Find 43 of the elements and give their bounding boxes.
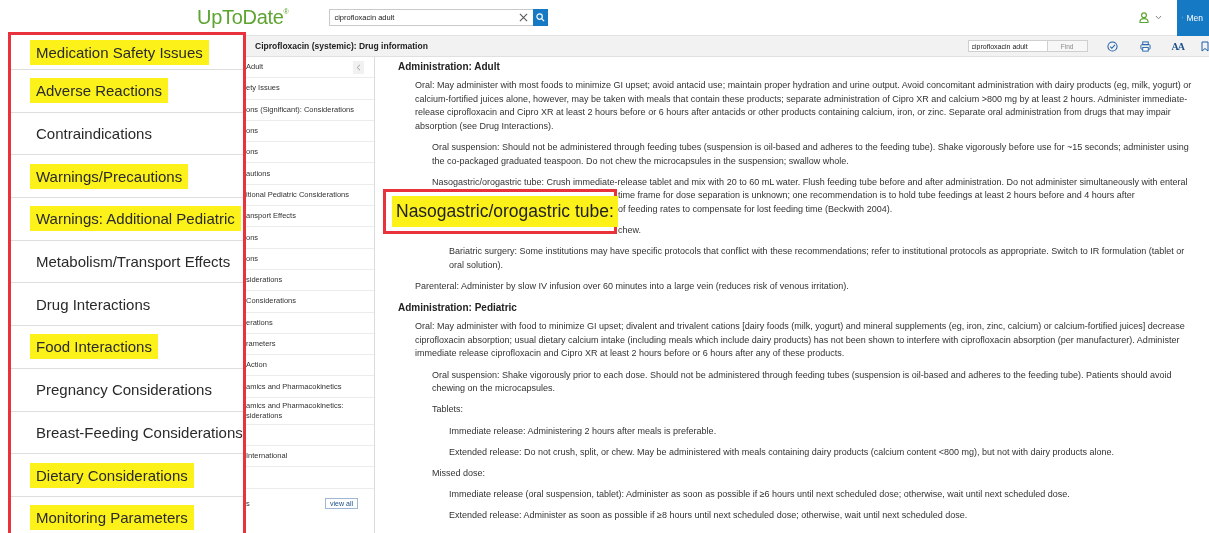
printer-icon[interactable] (1139, 40, 1151, 52)
section-label: Breast-Feeding Considerations (35, 422, 244, 443)
paragraph: Extended release: Do not crush, split, or chew. May be administered with meals containing dairy products (calcium content <800 mg), but not with dairy products alone. (449, 445, 1116, 459)
section-label: Food Interactions (30, 334, 158, 360)
paragraph: Tablets: (432, 403, 465, 417)
text-line: of feeding rates to compensate for lost feeding time (Beckwith 2004). (618, 202, 894, 216)
page-title: Ciprofloxacin (systemic): Drug information (255, 41, 428, 51)
section-label: Pregnancy Considerations (35, 380, 213, 401)
user-icon[interactable] (1139, 12, 1149, 23)
paragraph: Oral: May administer with food to minimize GI upset; divalent and trivalent cations [dairy foods (milk, yogurt) and mineral supplements (eg, iron, zinc, calcium) or calcium-fortified juices] decrease ciprofloxacin absorption; usual dietary calcium intake (including meals which include dairy products) has not been shown to interfere with ciprofloxacin absorption (per manufacturer). Administer immediate release ciprofloxacin and Cipro XR at least 2 hours before or 6 hours after any of these products. (415, 320, 1186, 361)
menu-button[interactable]: Men (1177, 0, 1209, 36)
close-icon[interactable] (519, 13, 529, 22)
section-label: Dietary Considerations (30, 462, 194, 488)
section-label: Contraindications (35, 124, 153, 145)
paragraph: Parenteral: Administer by slow IV infusion over 60 minutes into a large vein (reduces risk of venous irritation). (415, 280, 850, 294)
section-label: Drug Interactions (35, 294, 152, 315)
paragraph: Immediate release (oral suspension, tablet): Administer as soon as possible if ≥6 hours until next scheduled dose; otherwise, wait until next scheduled dose. (449, 488, 1071, 502)
paragraph: Bariatric surgery: Some institutions may have specific protocols that conflict with these recommendations; refer to institutional protocols as appropriate. Switch to IR formulation (tablet or oral solution). (449, 245, 1186, 272)
section-label: Warnings: Additional Pediatric (30, 206, 241, 232)
section-heading: Administration: Adult (398, 60, 501, 74)
bookmark-icon[interactable] (1201, 40, 1209, 52)
search-button[interactable] (533, 9, 549, 26)
paragraph: Missed dose: (432, 467, 487, 480)
check-circle-icon[interactable] (1106, 40, 1118, 52)
text-line: Nasogastric/orogastric tube: Crush immediate-release tablet and mix with 20 to 60 mL water. Flush feeding tube before and after administration. Do not administer simultaneously with enteral (432, 175, 1189, 189)
chevron-left-icon (356, 63, 361, 71)
text-line: time frame for dose separation is unknown; one recommendation is to hold tube feedings at least 2 hours before and 4 hours after (618, 189, 1136, 203)
section-label: Adverse Reactions (30, 78, 168, 104)
paragraph: Extended release: Administer as soon as possible if ≥8 hours until next scheduled dose; otherwise, wait until next scheduled dose. (449, 509, 969, 523)
paragraph: Oral suspension: Shake vigorously prior to each dose. Should not be administered through feeding tubes (suspension is oil-based and adheres to the feeding tube). Patients should avoid chewing on the microcapsules. (432, 368, 1173, 396)
section-heading: Administration: Pediatric (398, 301, 518, 316)
paragraph: Oral suspension: Should not be administered through feeding tubes (suspension is oil-based and adheres to the feeding tube). Shake vigorously before use for ~15 seconds; administer using the co-packaged graduated teaspoon. Do not chew the microcapsules in the suspension; swallow whole. (432, 140, 1190, 168)
text-line: chew. (618, 224, 642, 238)
paragraph: Oral: May administer with most foods to minimize GI upset; avoid antacid use; maintain proper hydration and urine output. Avoid concomitant administration with dairy products (eg, milk, yogurt) or calcium-fortified juices alone, however, may be taken with meals that contain these products; separate administration of Cipro XR and calcium >800 mg by at least 2 hours. Administer immediate-release ciprofloxacin and Cipro XR at least 2 hours before or 6 hours after antacids or other products containing calcium, iron, or zinc. Separate oral administration from drugs that may impair absorption (see Drug Interactions). (415, 79, 1193, 133)
highlighted-text: Nasogastric/orogastric tube: (392, 196, 618, 227)
section-label: Warnings/Precautions (30, 163, 189, 189)
section-label: Monitoring Parameters (30, 505, 194, 531)
section-label: Medication Safety Issues (30, 39, 209, 65)
paragraph: Immediate release: Administering 2 hours after meals is preferable. (449, 424, 718, 438)
search-icon (536, 13, 546, 22)
section-label: Metabolism/Transport Effects (35, 252, 232, 273)
font-size-button[interactable]: AA (1171, 40, 1184, 52)
caret-icon[interactable] (1155, 15, 1162, 20)
